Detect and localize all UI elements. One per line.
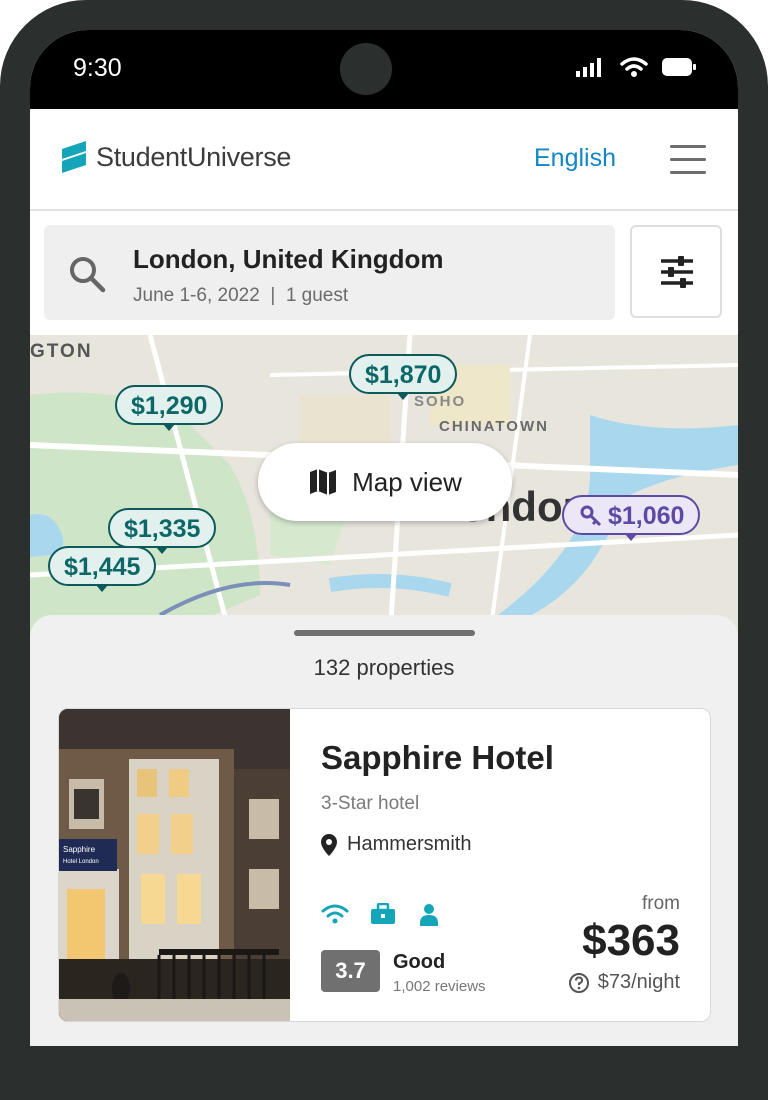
signal-icon <box>576 58 601 77</box>
wifi-icon <box>321 904 349 924</box>
map-label-soho: SOHO <box>414 393 467 410</box>
sheet-drag-handle[interactable] <box>294 630 475 636</box>
status-bar: 9:30 <box>30 30 738 109</box>
svg-text:Hotel London: Hotel London <box>63 859 99 865</box>
results-count: 132 properties <box>313 655 455 680</box>
app-header: StudentUniverse English <box>30 109 738 211</box>
battery-icon <box>662 58 696 76</box>
price-pin-selected[interactable]: $1,060 <box>562 495 701 541</box>
search-details: June 1-6, 2022 | 1 guest <box>133 285 349 306</box>
amenity-icons <box>321 903 441 927</box>
map-label-gton: GTON <box>30 341 93 362</box>
phone-frame: 9:30 StudentUniverse English London, Uni… <box>0 0 768 1100</box>
price-pin[interactable]: $1,290 <box>115 385 224 431</box>
map-view-button[interactable]: Map view <box>258 443 512 521</box>
map-area[interactable]: GTON SOHO CHINATOWN ondon $1,290 $1,870 … <box>30 335 738 635</box>
key-icon <box>580 505 602 527</box>
concierge-icon <box>420 904 438 926</box>
hotel-type: 3-Star hotel <box>321 793 420 814</box>
brand-name: StudentUniverse <box>96 141 292 172</box>
status-time: 9:30 <box>73 54 122 82</box>
hamburger-menu-icon[interactable] <box>670 145 706 175</box>
logo-mark-icon <box>62 141 86 173</box>
map-label-chinatown: CHINATOWN <box>439 418 549 435</box>
status-icons <box>576 56 696 78</box>
wifi-status-icon <box>620 57 648 77</box>
price-pin[interactable]: $1,870 <box>349 354 458 400</box>
map-icon <box>310 469 337 495</box>
search-destination: London, United Kingdom <box>133 244 444 274</box>
hotel-photo-image: Sapphire Hotel London <box>59 709 290 1021</box>
location-pin-icon <box>321 833 337 856</box>
app-screen: 9:30 StudentUniverse English London, Uni… <box>30 30 738 1046</box>
hotel-card[interactable]: Sapphire Hotel London Sapphire Hotel 3-S… <box>58 708 711 1022</box>
briefcase-icon <box>371 903 395 924</box>
hotel-name[interactable]: Sapphire Hotel <box>321 739 554 777</box>
price-pin-selected-label: $1,060 <box>608 502 685 530</box>
hotel-price: $363 <box>582 916 680 965</box>
map-view-label: Map view <box>352 466 462 497</box>
hotel-photo: Sapphire Hotel London <box>59 709 290 1021</box>
hotel-location-label: Hammersmith <box>347 833 472 855</box>
price-from-label: from <box>642 893 680 914</box>
per-night-label: $73/night <box>597 971 680 993</box>
search-summary[interactable]: London, United Kingdom June 1-6, 2022 | … <box>44 225 615 320</box>
brand-logo[interactable]: StudentUniverse <box>58 139 291 175</box>
rating-score: 3.7 <box>321 950 380 992</box>
price-pin[interactable]: $1,445 <box>48 546 157 592</box>
help-circle-icon[interactable] <box>568 972 590 994</box>
search-row: London, United Kingdom June 1-6, 2022 | … <box>30 211 738 335</box>
language-selector[interactable]: English <box>534 144 616 173</box>
price-pin[interactable]: $1,335 <box>108 508 217 554</box>
filter-button[interactable] <box>630 225 722 318</box>
svg-text:Sapphire: Sapphire <box>63 845 96 854</box>
per-night-price: $73/night <box>568 971 680 994</box>
sliders-icon <box>661 256 693 288</box>
results-sheet: 132 properties Sapphire Hotel London Sap… <box>30 615 738 1046</box>
search-icon <box>70 257 106 293</box>
review-count[interactable]: 1,002 reviews <box>393 978 486 995</box>
rating-label: Good <box>393 951 446 973</box>
camera-notch <box>340 43 392 95</box>
hotel-location: Hammersmith <box>321 833 471 856</box>
